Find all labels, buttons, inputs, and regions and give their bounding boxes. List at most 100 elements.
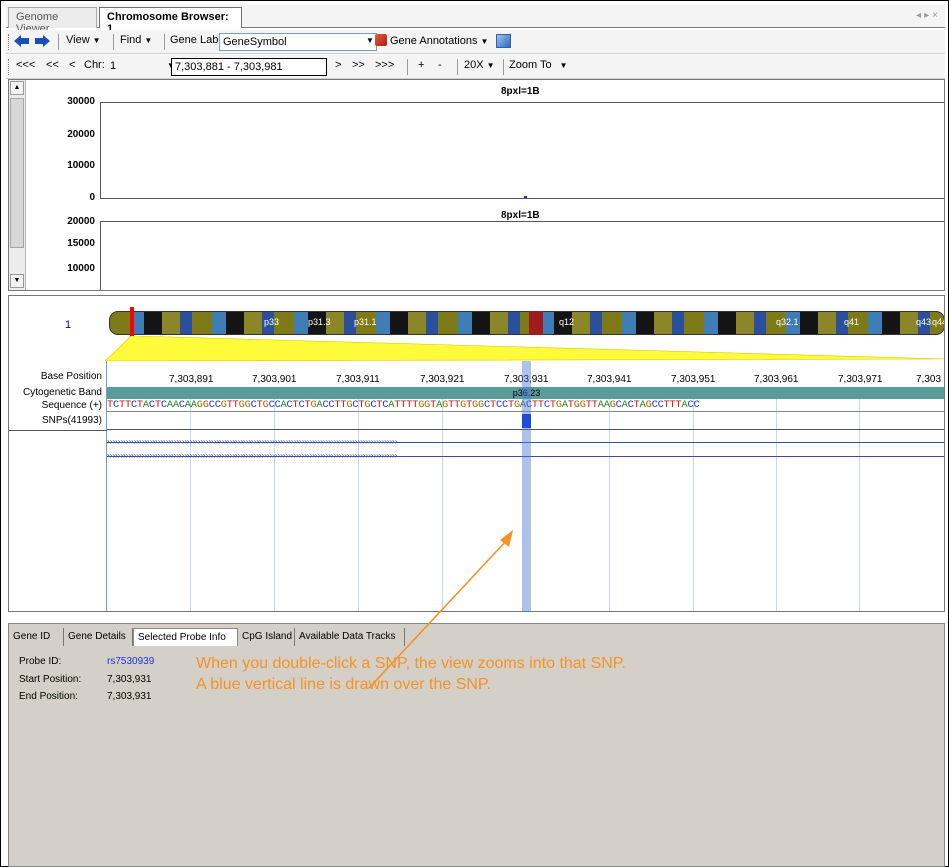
view-menu-label: View bbox=[66, 34, 90, 46]
position-tick-label: 7,303,951 bbox=[671, 374, 716, 385]
gene-labels-select[interactable]: GeneSymbol bbox=[219, 33, 377, 51]
y-tick-label: 30000 bbox=[67, 96, 95, 107]
position-tick-label: 7,303,971 bbox=[838, 374, 883, 385]
chevron-down-icon: ▼ bbox=[486, 61, 495, 70]
tab-available-data-tracks[interactable]: Available Data Tracks bbox=[295, 628, 405, 646]
chromosome-number: 1 bbox=[65, 319, 72, 331]
chevron-down-icon: ▼ bbox=[480, 37, 489, 46]
zoom-to-label: Zoom To bbox=[509, 59, 552, 71]
start-position-value: 7,303,931 bbox=[107, 674, 152, 685]
y-tick-label: 10000 bbox=[67, 160, 95, 171]
band-label: p31.1 bbox=[354, 317, 377, 327]
zoom-out-button[interactable]: - bbox=[438, 59, 442, 71]
forward-arrow-icon[interactable] bbox=[34, 35, 50, 47]
track-label-column: Base Position Cytogenetic Band Sequence … bbox=[9, 361, 107, 611]
scroll-down-icon[interactable]: ▼ bbox=[10, 274, 24, 288]
track-grid: Base Position Cytogenetic Band Sequence … bbox=[9, 361, 944, 611]
back-arrow-icon[interactable] bbox=[14, 35, 30, 47]
annotation-line-2: A blue vertical line is drawn over the S… bbox=[196, 676, 491, 693]
band-label: p33 bbox=[264, 317, 280, 327]
annotation-line-1: When you double-click a SNP, the view zo… bbox=[196, 655, 626, 672]
chromosome-ideogram[interactable]: p33 p31.3 p31.1 q12 q32.1 q41 q43 q44 bbox=[109, 311, 944, 335]
position-tick-label: 7,303,901 bbox=[252, 374, 297, 385]
gene-annotations-menu[interactable]: Gene Annotations ▼ bbox=[375, 34, 488, 47]
scroll-up-icon[interactable]: ▲ bbox=[10, 81, 24, 95]
toolbar-separator bbox=[503, 59, 504, 75]
zoom-level-value: 20X bbox=[464, 59, 484, 71]
plot-scale-label: 8pxl=1B bbox=[501, 210, 540, 221]
nav-prev-button[interactable]: < bbox=[69, 59, 75, 71]
band-label: q41 bbox=[844, 317, 860, 327]
zoom-in-button[interactable]: + bbox=[418, 59, 424, 71]
toolbar-separator bbox=[457, 59, 458, 75]
nav-first-button[interactable]: <<< bbox=[16, 59, 35, 71]
chr-select[interactable]: 1 bbox=[107, 58, 167, 76]
tab-chromosome-browser[interactable]: Chromosome Browser: 1 bbox=[99, 7, 242, 35]
y-tick-label: 15000 bbox=[67, 238, 95, 249]
chevron-down-icon: ▼ bbox=[366, 36, 374, 45]
tab-gene-id[interactable]: Gene ID bbox=[9, 628, 64, 646]
y-tick-label: 20000 bbox=[67, 129, 95, 140]
annotation-text: When you double-click a SNP, the view zo… bbox=[196, 653, 936, 695]
position-tick-label: 7,303,941 bbox=[587, 374, 632, 385]
position-tick-label: 7,303,961 bbox=[754, 374, 799, 385]
cytogenetic-band-label: Cytogenetic Band bbox=[23, 387, 102, 398]
band-label: q44 bbox=[932, 317, 944, 327]
end-position-value: 7,303,931 bbox=[107, 691, 152, 702]
nav-last-button[interactable]: >>> bbox=[375, 59, 394, 71]
scroll-thumb[interactable] bbox=[10, 98, 24, 248]
toolbar-main: View ▼ Find ▼ Gene Labels: GeneSymbol ▼ Ge… bbox=[6, 30, 945, 54]
export-image-icon[interactable] bbox=[496, 34, 511, 48]
nucleotide: C bbox=[693, 399, 700, 411]
band-label: q32.1 bbox=[776, 317, 799, 327]
plot-scale-label: 8pxl=1B bbox=[501, 86, 540, 97]
plot-area-1 bbox=[100, 102, 944, 199]
gene-labels-dropdown-button[interactable]: ▼ bbox=[363, 34, 374, 46]
label-divider bbox=[9, 430, 107, 431]
nav-next-button[interactable]: > bbox=[335, 59, 341, 71]
nav-prev-big-button[interactable]: << bbox=[46, 59, 59, 71]
tab-strip: Genome Viewer Chromosome Browser: 1 ◂▸× bbox=[6, 4, 945, 35]
toolbar-grip[interactable] bbox=[8, 59, 11, 75]
y-tick-label: 10000 bbox=[67, 263, 95, 274]
gene-annotations-label: Gene Annotations bbox=[390, 35, 478, 47]
tab-gene-details[interactable]: Gene Details bbox=[64, 628, 133, 646]
chevron-down-icon: ▼ bbox=[559, 61, 568, 70]
chr-label: Chr: bbox=[84, 59, 105, 71]
gene-annotations-icon bbox=[375, 34, 387, 46]
toolbar-grip[interactable] bbox=[8, 34, 11, 50]
zoom-region-indicator bbox=[105, 336, 944, 361]
sequence-label: Sequence (+) bbox=[41, 400, 102, 411]
plots-vertical-scrollbar[interactable]: ▲ ▼ bbox=[9, 80, 26, 290]
snp-highlight-line bbox=[522, 361, 531, 611]
snps-label: SNPs(41993) bbox=[41, 415, 102, 426]
find-menu[interactable]: Find ▼ bbox=[120, 34, 152, 46]
data-plots-panel: ▲ ▼ 8pxl=1B 30000 20000 10000 0 8pxl=1B … bbox=[8, 79, 945, 291]
y-tick-label: 0 bbox=[89, 192, 95, 203]
end-position-label: End Position: bbox=[19, 691, 78, 702]
chevron-down-icon: ▼ bbox=[92, 36, 101, 45]
probe-id-link[interactable]: rs7530939 bbox=[107, 656, 154, 667]
band-label: q43 bbox=[916, 317, 932, 327]
zoom-to-menu[interactable]: Zoom To ▼ bbox=[509, 59, 568, 71]
toolbar-separator bbox=[58, 34, 59, 50]
position-tick-label: 7,303,891 bbox=[169, 374, 214, 385]
zoom-level-select[interactable]: 20X ▼ bbox=[464, 59, 495, 71]
nav-next-big-button[interactable]: >> bbox=[352, 59, 365, 71]
current-position-marker[interactable] bbox=[130, 307, 134, 338]
tab-selected-probe-info[interactable]: Selected Probe Info bbox=[133, 628, 238, 646]
range-input[interactable]: 7,303,881 - 7,303,981 bbox=[171, 58, 327, 76]
tab-scroll-arrows-icon[interactable]: ◂▸× bbox=[916, 10, 941, 21]
view-menu[interactable]: View ▼ bbox=[66, 34, 101, 46]
find-menu-label: Find bbox=[120, 34, 142, 46]
tab-cpg-island[interactable]: CpG Island bbox=[238, 628, 295, 646]
chr-value: 1 bbox=[110, 60, 117, 72]
chevron-down-icon: ▼ bbox=[144, 36, 153, 45]
centromere bbox=[529, 311, 543, 335]
toolbar-navigation: <<< << < Chr: 1 ▼ 7,303,881 - 7,303,981 … bbox=[6, 55, 945, 79]
position-tick-label: 7,303 bbox=[916, 374, 942, 385]
toolbar-separator bbox=[407, 59, 408, 75]
plot-data-point bbox=[524, 196, 527, 198]
tab-genome-viewer[interactable]: Genome Viewer bbox=[8, 7, 97, 35]
range-value: 7,303,881 - 7,303,981 bbox=[175, 61, 283, 73]
